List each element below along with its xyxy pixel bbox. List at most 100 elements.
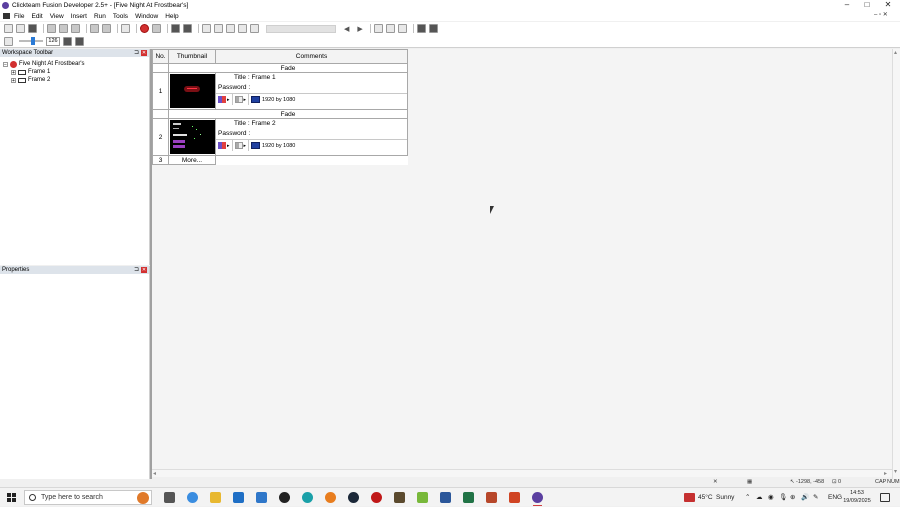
temperature[interactable]: 45°C — [698, 488, 713, 507]
windows-start-icon[interactable] — [7, 493, 16, 502]
fade-out-transition[interactable]: ▸ — [233, 140, 250, 151]
minecraft-icon[interactable] — [394, 492, 405, 503]
blender-icon[interactable] — [325, 492, 336, 503]
clickteam-fusion-icon[interactable] — [532, 492, 543, 506]
cut-icon[interactable] — [47, 24, 56, 33]
pin-icon[interactable]: ⊐ — [134, 49, 139, 56]
menu-help[interactable]: Help — [165, 13, 178, 20]
refresh-icon[interactable] — [250, 24, 259, 33]
pen-icon[interactable]: ✎ — [813, 488, 818, 507]
frame-title[interactable]: Title : Frame 2 — [216, 119, 407, 129]
show-hidden-icons-icon[interactable]: ⌃ — [745, 488, 750, 507]
dropdown-tool-icon[interactable] — [397, 24, 407, 33]
pin-icon[interactable]: ⊐ — [134, 266, 139, 273]
frame-thumbnail-cell[interactable] — [168, 118, 216, 156]
mail-icon[interactable] — [233, 492, 244, 503]
notepad-icon[interactable] — [417, 492, 428, 503]
frame-password[interactable]: Password : — [216, 129, 407, 139]
menu-view[interactable]: View — [50, 13, 64, 20]
frame-size[interactable]: 1920 by 1080 — [249, 140, 297, 151]
copilot-icon[interactable] — [187, 492, 198, 503]
frame-password[interactable]: Password : — [216, 83, 407, 93]
scroll-right-icon[interactable]: ▸ — [884, 470, 887, 477]
new-file-icon[interactable] — [4, 24, 13, 33]
network-icon[interactable]: ⊕ — [790, 488, 795, 507]
open-folder-icon[interactable] — [16, 24, 25, 33]
redo-icon[interactable] — [102, 24, 111, 33]
maximize-button[interactable]: □ — [856, 0, 878, 11]
snap-icon[interactable] — [75, 36, 84, 46]
run-frame-icon[interactable] — [152, 24, 161, 33]
word-icon[interactable] — [440, 492, 451, 503]
store-icon[interactable] — [256, 492, 267, 503]
layers-icon[interactable] — [416, 24, 426, 33]
help-icon[interactable] — [121, 24, 130, 33]
task-view-icon[interactable] — [164, 492, 175, 503]
undo-icon[interactable] — [90, 24, 99, 33]
edge-icon[interactable] — [302, 492, 313, 503]
microphone-icon[interactable]: 🎙 — [779, 488, 787, 507]
frame-editor-icon[interactable] — [183, 24, 192, 33]
zoom-slider[interactable] — [19, 37, 43, 45]
volume-icon[interactable]: 🔊 — [801, 488, 809, 507]
save-icon[interactable] — [28, 24, 37, 33]
frame-size[interactable]: 1920 by 1080 — [249, 94, 297, 105]
run-application-icon[interactable] — [140, 24, 149, 33]
fade-in-transition[interactable]: ▸ — [216, 94, 233, 105]
paste-icon[interactable] — [71, 24, 80, 33]
vertical-scrollbar[interactable]: ▴ ▾ — [892, 49, 900, 479]
copy-icon[interactable] — [59, 24, 68, 33]
zoom-value[interactable]: 126 — [46, 36, 60, 46]
tree-item-frame-2[interactable]: + Frame 2 — [0, 76, 149, 84]
notifications-icon[interactable] — [880, 493, 890, 502]
minimize-button[interactable]: – — [836, 0, 858, 11]
data-elements-icon[interactable] — [226, 24, 235, 33]
taskbar-search-box[interactable]: Type here to search — [24, 490, 152, 505]
transition-label[interactable]: Fade — [168, 63, 408, 73]
scroll-up-icon[interactable]: ▴ — [894, 49, 897, 56]
frame-thumbnail[interactable] — [169, 120, 215, 154]
zoom-slider-thumb[interactable] — [31, 37, 35, 45]
weather-condition[interactable]: Sunny — [716, 488, 734, 507]
frame-navigator-slider[interactable] — [266, 24, 336, 33]
expand-icon[interactable]: + — [11, 77, 16, 83]
cloud-icon[interactable]: ☁ — [756, 488, 763, 507]
horizontal-scrollbar[interactable]: ◂ ▸ — [152, 469, 892, 477]
tree-item-application[interactable]: − Five Night At Frostbear's — [0, 60, 149, 68]
close-panel-icon[interactable]: ✕ — [141, 50, 147, 56]
menu-window[interactable]: Window — [135, 13, 158, 20]
mdi-controls[interactable]: – ▫ ✕ — [874, 11, 888, 18]
menu-run[interactable]: Run — [94, 13, 106, 20]
collapse-icon[interactable]: − — [3, 61, 8, 67]
excel-icon[interactable] — [463, 492, 474, 503]
menu-edit[interactable]: Edit — [31, 13, 42, 20]
fade-out-transition[interactable]: ▸ — [233, 94, 250, 105]
file-explorer-icon[interactable] — [210, 492, 221, 503]
previous-frame-icon[interactable]: ◀ — [344, 25, 349, 33]
clock[interactable]: 14:53 19/09/2025 — [840, 489, 874, 505]
app-tray-icon[interactable]: ◉ — [768, 488, 774, 507]
frame-thumbnail-cell[interactable] — [168, 72, 216, 110]
transition-label[interactable]: Fade — [168, 109, 408, 119]
grid-icon[interactable] — [63, 36, 72, 46]
zoom-tool-icon[interactable] — [4, 36, 13, 46]
menu-insert[interactable]: Insert — [71, 13, 87, 20]
menu-tools[interactable]: Tools — [113, 13, 128, 20]
scroll-left-icon[interactable]: ◂ — [153, 470, 156, 477]
expand-icon[interactable]: + — [11, 69, 16, 75]
close-button[interactable]: ✕ — [877, 0, 899, 11]
tree-item-frame-1[interactable]: + Frame 1 — [0, 68, 149, 76]
group-icon[interactable] — [385, 24, 395, 33]
document-icon[interactable] — [3, 13, 10, 19]
obs-icon[interactable] — [371, 492, 382, 503]
unity-icon[interactable] — [279, 492, 290, 503]
scroll-down-icon[interactable]: ▾ — [894, 468, 897, 475]
menu-file[interactable]: File — [14, 13, 24, 20]
weather-icon[interactable] — [684, 493, 695, 502]
access-icon[interactable] — [486, 492, 497, 503]
powerpoint-icon[interactable] — [509, 492, 520, 503]
options-icon[interactable] — [428, 24, 438, 33]
close-panel-icon[interactable]: ✕ — [141, 267, 147, 273]
event-editor-icon[interactable] — [202, 24, 211, 33]
steam-icon[interactable] — [348, 492, 359, 503]
